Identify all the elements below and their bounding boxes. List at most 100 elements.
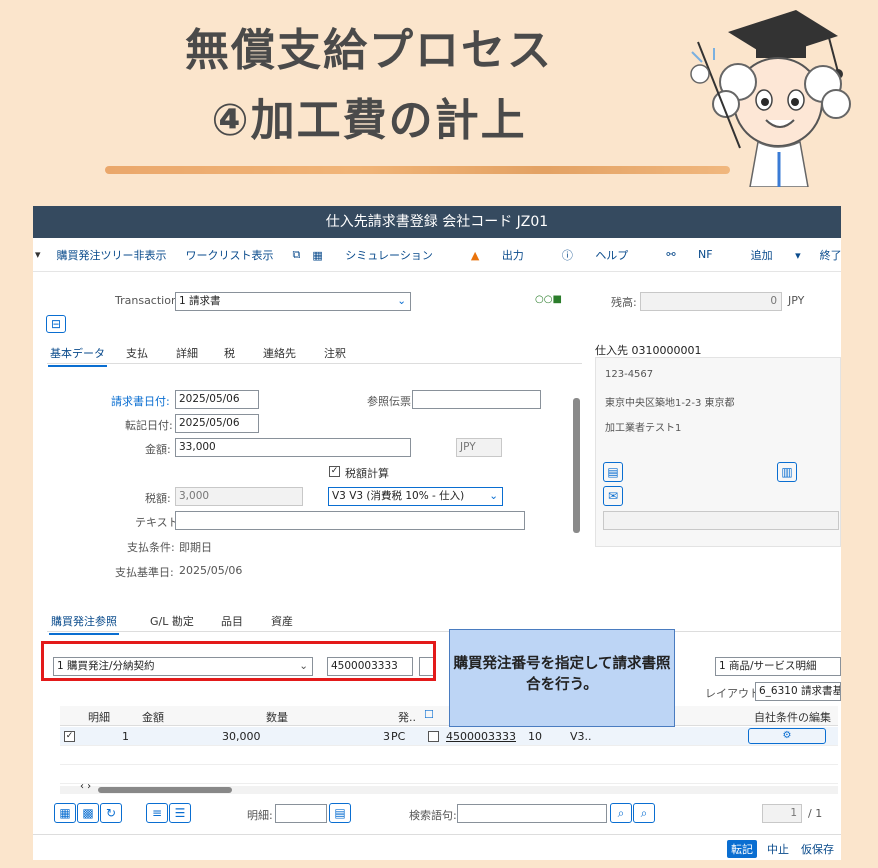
detail-search-icon[interactable]: ▤ <box>329 803 351 823</box>
tax-code-value: V3 V3 (消費税 10% - 仕入) <box>332 490 465 502</box>
item-type-select[interactable]: 1 商品/サービス明細 <box>715 657 841 676</box>
reference-label: 参照伝票 <box>367 395 411 408</box>
select-column-icon[interactable]: ☐ <box>424 708 434 721</box>
col-item: 明細 <box>88 711 110 724</box>
simulation-button[interactable]: ▦ シミュレーション <box>312 247 451 263</box>
tab-payment[interactable]: 支払 <box>126 345 148 361</box>
park-button[interactable]: 仮保存 <box>801 841 834 857</box>
tab-tax[interactable]: 税 <box>224 345 235 361</box>
tab-gl-account[interactable]: G/L 勘定 <box>150 613 194 629</box>
col-edit-conditions: 自社条件の編集 <box>754 711 831 724</box>
reference-field[interactable] <box>412 390 541 409</box>
currency-field: JPY <box>456 438 502 457</box>
transaction-value: 1 請求書 <box>179 295 221 307</box>
tab-basic-data[interactable]: 基本データ <box>48 345 107 367</box>
table-row <box>60 765 838 784</box>
grid-details-icon[interactable]: ▦ <box>54 803 76 823</box>
amount-field[interactable]: 33,000 <box>175 438 411 457</box>
vendor-details-icon[interactable]: ▤ <box>603 462 623 482</box>
transaction-select[interactable]: 1 請求書 ⌄ <box>175 292 411 311</box>
posting-date-field[interactable]: 2025/05/06 <box>175 414 259 433</box>
calculator-icon: ▦ <box>312 248 327 262</box>
output-label: 出力 <box>501 248 524 262</box>
tax-code-select[interactable]: V3 V3 (消費税 10% - 仕入) ⌄ <box>328 487 503 506</box>
tab-asset[interactable]: 資産 <box>271 613 293 629</box>
highlight-box <box>41 641 436 681</box>
output-button[interactable]: ▲ 出力 <box>471 247 543 263</box>
balance-currency: JPY <box>788 294 805 307</box>
toolbar: ▾ 購買発注ツリー非表示 ワークリスト表示 ⧉ ▦ シミュレーション ▲ 出力 … <box>33 238 841 272</box>
table-row <box>60 746 838 765</box>
table-row[interactable]: ✓ 1 30,000 3 PC 4500003333 10 V3.. ⚙ <box>60 727 838 746</box>
balance-field: 0 <box>640 292 782 311</box>
form-scrollbar[interactable] <box>573 398 580 533</box>
vendor-extra-field <box>603 511 839 530</box>
detail-field[interactable] <box>275 804 327 823</box>
cancel-button[interactable]: 中止 <box>767 841 789 857</box>
layout-label-text: レイアウト <box>705 687 760 700</box>
tab-contact[interactable]: 連絡先 <box>263 345 296 361</box>
page-total: / 1 <box>808 807 823 820</box>
calc-tax-checkbox[interactable]: ✓ <box>329 466 340 477</box>
search-term-label: 検索語句: <box>409 809 457 822</box>
baseline-date-label: 支払基準日: <box>115 566 174 579</box>
grid-layout-icon[interactable]: ▩ <box>77 803 99 823</box>
calc-tax-label: 税額計算 <box>345 467 389 480</box>
layout-icon[interactable]: ⧉ <box>293 248 301 262</box>
tab-po-reference[interactable]: 購買発注参照 <box>49 613 119 635</box>
nf-label: NF <box>698 248 713 261</box>
window-title: 仕入先請求書登録 会社コード JZ01 <box>33 206 841 238</box>
search-term-input[interactable] <box>457 804 607 823</box>
transaction-label: Transaction* <box>115 294 183 307</box>
edit-conditions-icon[interactable]: ⚙ <box>748 728 826 744</box>
row-flag-checkbox[interactable] <box>428 731 439 742</box>
col-quantity: 数量 <box>266 711 288 724</box>
text-field[interactable] <box>175 511 525 530</box>
worklist-button[interactable]: ワークリスト表示 <box>186 247 274 263</box>
po-tab-divider <box>47 631 841 632</box>
professor-mascot-icon <box>690 10 851 187</box>
email-icon[interactable]: ✉ <box>603 486 623 506</box>
warning-triangle-icon: ▲ <box>470 248 483 262</box>
search-next-icon[interactable]: ⌕ <box>633 803 655 823</box>
row-tax-code[interactable]: V3.. <box>570 730 592 743</box>
align-center-icon[interactable]: ≡ <box>146 803 168 823</box>
vendor-name: 加工業者テスト1 <box>605 423 682 434</box>
row-select-checkbox[interactable]: ✓ <box>64 731 75 742</box>
row-po-link[interactable]: 4500003333 <box>446 730 516 743</box>
scroll-arrows-icon[interactable]: ‹ › <box>80 781 91 792</box>
search-icon[interactable]: ⌕ <box>610 803 632 823</box>
align-list-icon[interactable]: ☰ <box>169 803 191 823</box>
add-menu-button[interactable]: 追加 ▾ <box>751 247 801 263</box>
post-button[interactable]: 転記 <box>727 840 757 858</box>
tab-material[interactable]: 品目 <box>221 613 243 629</box>
po-tree-toggle-button[interactable]: 購買発注ツリー非表示 <box>57 247 167 263</box>
status-traffic-light-icon: ○○■ <box>535 294 562 305</box>
vendor-document-icon[interactable]: ▥ <box>777 462 797 482</box>
balance-label: 残高: <box>611 296 637 309</box>
invoice-date-field[interactable]: 2025/05/06 <box>175 390 259 409</box>
row-quantity: 3 <box>383 730 390 743</box>
tax-amount-label: 税額: <box>145 492 171 505</box>
col-po: 発.. <box>398 711 416 724</box>
refresh-icon[interactable]: ↻ <box>100 803 122 823</box>
help-button[interactable]: ⓘ ヘルプ <box>562 247 648 263</box>
page-current-field[interactable]: 1 <box>762 804 802 823</box>
layout-select[interactable]: 6_6310 請求書基 <box>755 682 841 701</box>
exit-button[interactable]: 終了 <box>820 247 841 263</box>
decorative-underline <box>105 166 730 174</box>
tab-notes[interactable]: 注釈 <box>324 345 346 361</box>
chevron-down-icon[interactable]: ▾ <box>35 248 41 261</box>
detail-label: 明細: <box>247 809 273 822</box>
vendor-title: 仕入先 0310000001 <box>595 344 702 357</box>
tab-details[interactable]: 詳細 <box>176 345 198 361</box>
row-unit: PC <box>391 730 406 743</box>
grid-horizontal-scrollbar[interactable]: ‹ › <box>60 781 838 794</box>
add-label: 追加 <box>750 248 773 262</box>
amount-label: 金額: <box>145 443 171 456</box>
row-po-item: 10 <box>528 730 542 743</box>
nf-button[interactable]: ⚯ NF <box>666 248 731 261</box>
collapse-header-icon[interactable]: ⊟ <box>46 315 66 333</box>
payment-terms-value: 即期日 <box>179 541 212 554</box>
scrollbar-thumb[interactable] <box>98 787 232 793</box>
